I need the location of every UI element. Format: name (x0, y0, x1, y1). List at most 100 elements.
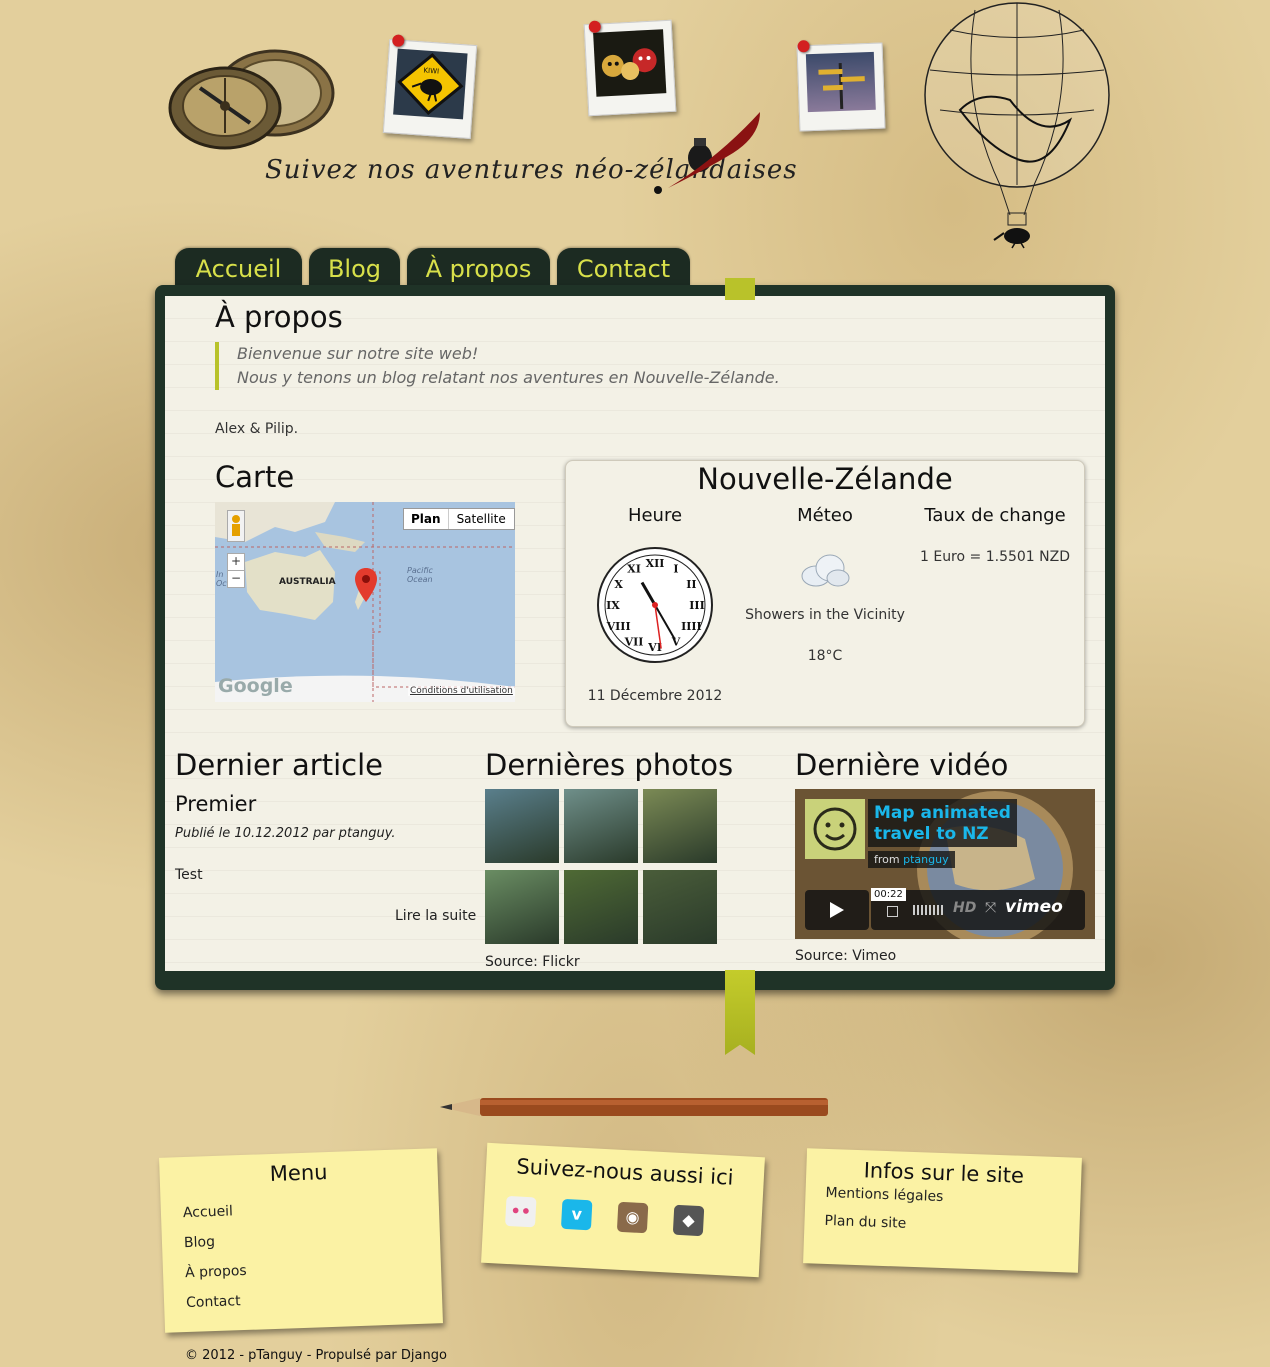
clock-numeral: VII (624, 635, 644, 648)
google-logo: Google (218, 675, 293, 697)
zoom-out-button[interactable]: − (227, 570, 245, 588)
nz-date: 11 Décembre 2012 (587, 688, 723, 704)
cloud-weather-icon (801, 554, 850, 587)
read-more-link[interactable]: Lire la suite (395, 908, 476, 924)
volume-icon[interactable] (913, 905, 945, 915)
clock-numeral: IX (606, 599, 620, 612)
fullscreen-icon[interactable]: ⤧ (985, 900, 996, 916)
street-view-pegman-icon[interactable] (227, 510, 245, 542)
map-type-plan-button[interactable]: Plan (404, 509, 449, 529)
polaroid-characters (583, 19, 677, 117)
quote-line-1: Bienvenue sur notre site web! (237, 344, 479, 363)
map-type-satellite-button[interactable]: Satellite (449, 509, 514, 529)
footer-link-sitemap[interactable]: Plan du site (824, 1213, 906, 1232)
sign-text: KIWI (423, 67, 439, 76)
instagram-icon[interactable]: ◉ (616, 1201, 649, 1234)
bookmark-ribbon (725, 970, 755, 1055)
exchange-rate-value: 1 Euro = 1.5501 NZD (919, 549, 1070, 565)
weather-temperature: 18°C (807, 648, 843, 664)
clock-numeral: VIII (606, 620, 631, 633)
zoom-in-button[interactable]: + (227, 553, 245, 571)
article-title[interactable]: Premier (175, 792, 256, 816)
video-title-line-2[interactable]: travel to NZ (874, 824, 1011, 845)
clock-numeral: V (671, 635, 681, 648)
photo-thumbnail[interactable] (564, 870, 638, 944)
signpost-icon (818, 62, 865, 110)
flickr-icon[interactable]: •• (505, 1195, 537, 1228)
footer-link-legal[interactable]: Mentions légales (825, 1185, 943, 1205)
map-land (215, 502, 515, 702)
latest-video-heading: Dernière vidéo (795, 748, 1009, 782)
kiwi-sign-icon: KIWI (397, 53, 464, 115)
github-icon[interactable]: ◆ (672, 1204, 705, 1237)
footer-menu-note: Menu Accueil Blog À propos Contact (159, 1148, 443, 1333)
play-icon (830, 902, 844, 918)
quill-inkwell-icon (654, 112, 760, 194)
page-title: À propos (215, 300, 343, 334)
progress-bar[interactable] (887, 906, 898, 917)
video-source: Source: Vimeo (795, 948, 897, 964)
hd-toggle[interactable]: HD (953, 900, 976, 916)
footer-link-accueil[interactable]: Accueil (183, 1203, 234, 1221)
tab-apropos[interactable]: À propos (407, 248, 550, 288)
map-marker-icon[interactable] (355, 568, 377, 602)
photo-thumbnail[interactable] (564, 789, 638, 863)
footer-info-note: Infos sur le site Mentions légales Plan … (803, 1148, 1082, 1273)
video-title-block: Map animated travel to NZ (868, 799, 1017, 847)
clock-numeral: III (689, 599, 704, 612)
author-avatar[interactable] (805, 799, 865, 859)
photo-thumbnail[interactable] (643, 870, 717, 944)
footer-social-note: Suivez-nous aussi ici •• v ◉ ◆ (481, 1142, 765, 1278)
welcome-quote: Bienvenue sur notre site web! Nous y ten… (215, 342, 837, 390)
clock-numeral: XII (646, 557, 665, 570)
nz-panel-title: Nouvelle-Zélande (697, 462, 953, 496)
article-meta: Publié le 10.12.2012 par ptanguy. (175, 826, 396, 841)
tab-accueil[interactable]: Accueil (175, 248, 302, 288)
vimeo-icon[interactable]: v (560, 1198, 593, 1231)
quote-line-2: Nous y tenons un blog relatant nos avent… (237, 368, 780, 387)
pencil-illustration (440, 1098, 828, 1116)
polaroid-kiwi-sign: KIWI (382, 34, 478, 139)
photos-source: Source: Flickr (485, 954, 580, 970)
google-map[interactable]: + − Plan Satellite AUSTRALIA Pacific Ocea… (215, 502, 515, 702)
vimeo-logo[interactable]: vimeo (1005, 897, 1063, 917)
map-label-australia: AUSTRALIA (279, 577, 336, 587)
tab-contact[interactable]: Contact (557, 248, 690, 288)
footer-link-contact[interactable]: Contact (186, 1293, 241, 1311)
copyright: © 2012 - pTanguy - Propulsé par Django (185, 1348, 447, 1363)
exchange-rate-heading: Taux de change (924, 505, 1066, 526)
video-title-line-1[interactable]: Map animated (874, 803, 1011, 824)
map-label-indian-ocean: In Oc (216, 570, 227, 588)
bookmark-ribbon-top (725, 278, 755, 300)
from-label: from (874, 853, 900, 866)
pushpin-icon (797, 40, 810, 53)
clock-numeral: I (673, 563, 678, 576)
map-type-control: Plan Satellite (403, 508, 515, 530)
clock-numeral: IIII (681, 620, 702, 633)
footer-link-blog[interactable]: Blog (184, 1234, 215, 1251)
photo-thumbnail[interactable] (485, 870, 559, 944)
article-body: Test (175, 867, 203, 883)
footer-link-apropos[interactable]: À propos (185, 1263, 247, 1281)
video-timecode: 00:22 (871, 888, 906, 901)
video-author-line: from ptanguy (868, 851, 955, 868)
tab-blog[interactable]: Blog (309, 248, 400, 288)
map-terms-link[interactable]: Conditions d'utilisation (408, 686, 515, 696)
clock-numeral: II (686, 578, 696, 591)
latest-article-heading: Dernier article (175, 748, 383, 782)
latest-photos-heading: Dernières photos (485, 748, 734, 782)
map-label-pacific-ocean: Pacific Ocean (407, 566, 433, 584)
vimeo-player[interactable]: Map animated travel to NZ from ptanguy H… (795, 789, 1095, 939)
play-button[interactable] (805, 890, 869, 930)
smiley-avatar-icon (813, 807, 857, 851)
analog-clock: XII IIIIIIIIIIVVIVIIVIIIIXXXI (597, 547, 713, 663)
characters-icon (601, 48, 657, 80)
photo-thumbnail[interactable] (643, 789, 717, 863)
video-author-link[interactable]: ptanguy (903, 853, 948, 866)
hot-air-balloon-illustration (924, 2, 1110, 249)
weather-description: Showers in the Vicinity (745, 607, 905, 623)
pushpin-icon (588, 20, 602, 34)
footer-social-title: Suivez-nous aussi ici (515, 1154, 735, 1190)
photo-thumbnail[interactable] (485, 789, 559, 863)
signature: Alex & Pilip. (215, 421, 299, 437)
